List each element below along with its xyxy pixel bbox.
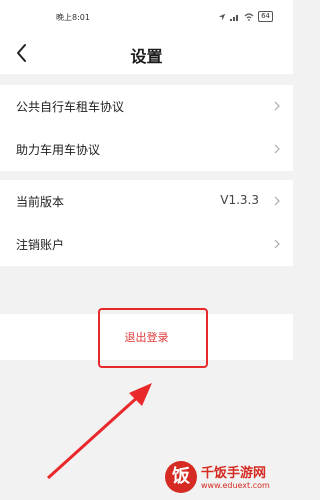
annotation-arrow (46, 383, 152, 480)
watermark-title: 千饭手游网 (201, 466, 267, 481)
watermark-url: www.eduext.com (201, 481, 270, 490)
watermark: 饭 千饭手游网 www.eduext.com (165, 461, 293, 497)
watermark-logo: 饭 (165, 461, 197, 493)
